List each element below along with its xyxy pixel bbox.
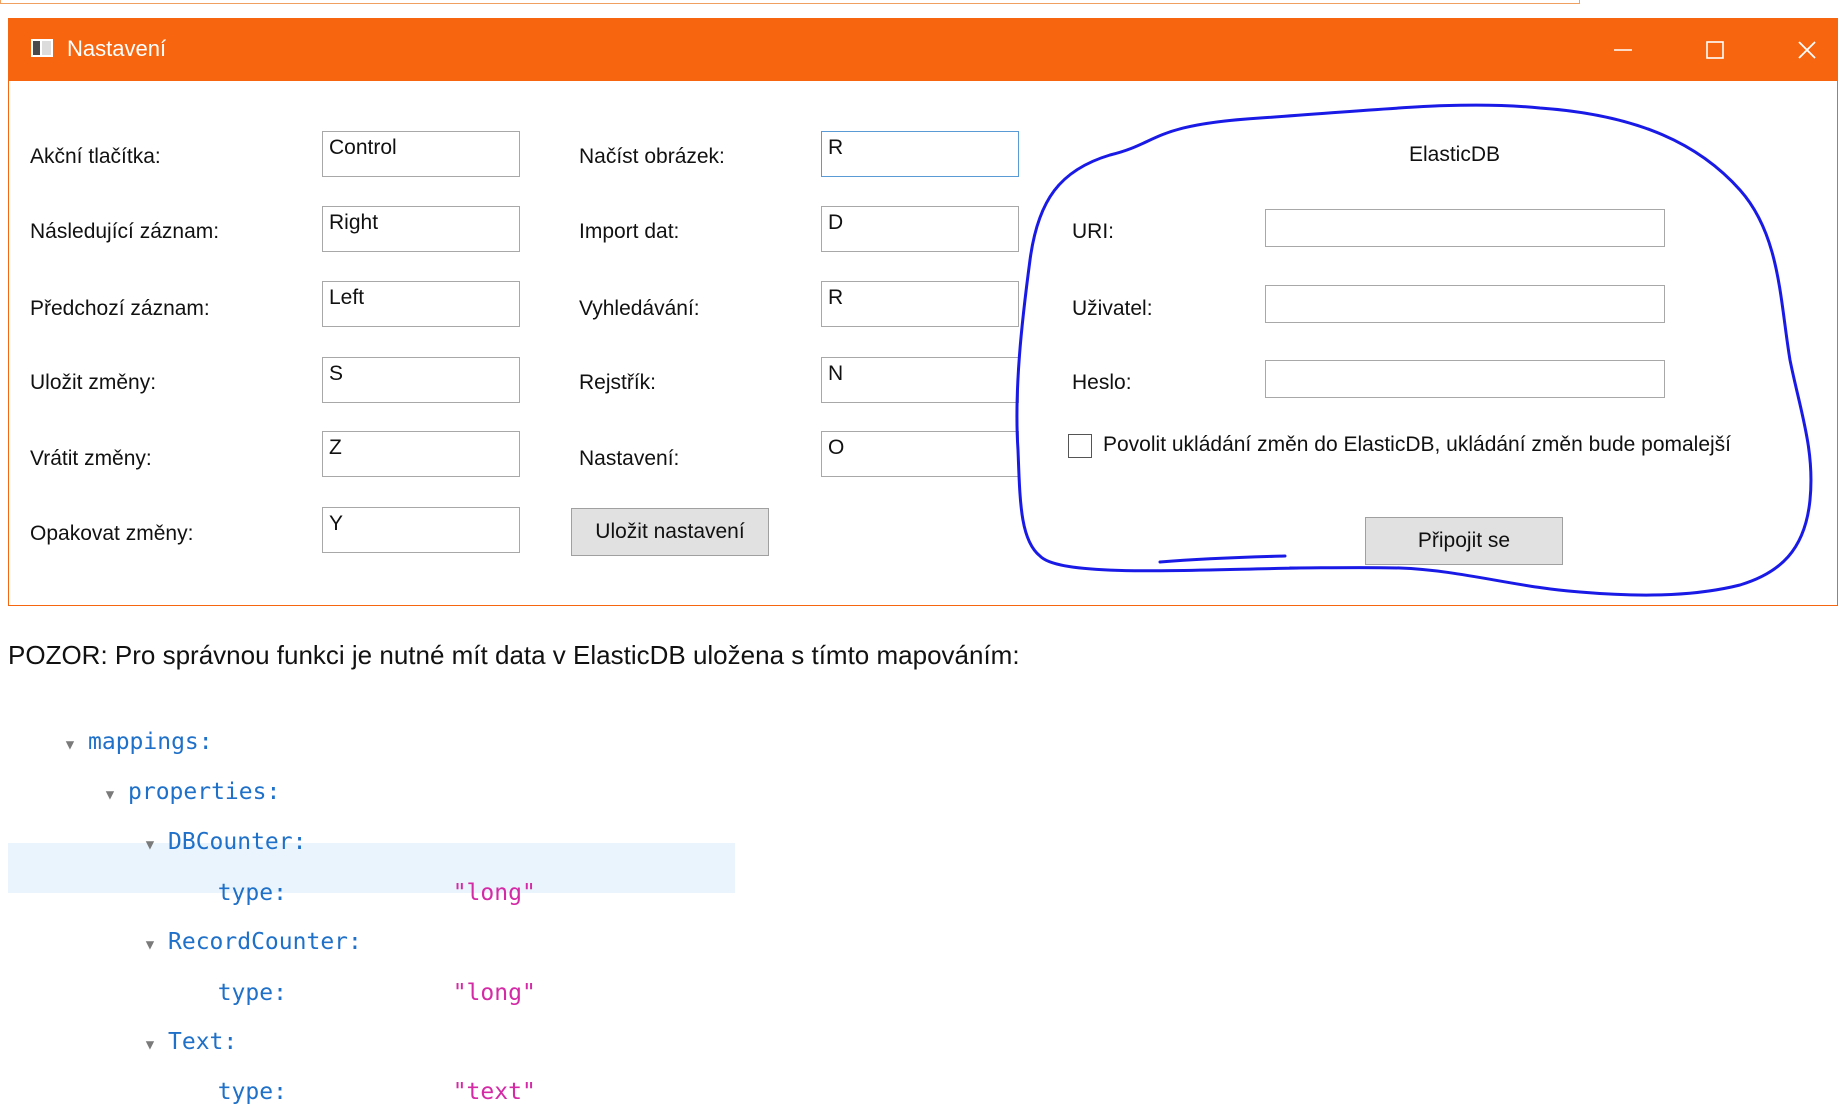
- annotation-circle: [1015, 103, 1813, 597]
- tree-node-mappings[interactable]: ▼ mappings:: [38, 703, 213, 755]
- tree-leaf-text-type[interactable]: type:: [190, 1053, 287, 1105]
- tree-node-dbcounter[interactable]: ▼ DBCounter:: [118, 803, 307, 855]
- tree-leaf-recordcounter-type[interactable]: type:: [190, 954, 287, 1006]
- tree-value-recordcounter-type: "long": [452, 980, 536, 1006]
- expand-triangle-icon: ▼: [65, 737, 75, 753]
- expand-triangle-icon: ▼: [145, 1037, 155, 1053]
- tree-leaf-dbcounter-type[interactable]: type:: [190, 854, 287, 906]
- warning-note: POZOR: Pro správnou funkci je nutné mít …: [8, 640, 1020, 670]
- expand-triangle-icon: ▼: [145, 837, 155, 853]
- tree-node-recordcounter[interactable]: ▼ RecordCounter:: [118, 903, 362, 955]
- tree-node-properties[interactable]: ▼ properties:: [78, 753, 281, 805]
- tree-value-text-type: "text": [452, 1079, 536, 1105]
- expand-triangle-icon: ▼: [105, 787, 115, 803]
- expand-triangle-icon: ▼: [145, 937, 155, 953]
- tree-node-text[interactable]: ▼ Text:: [118, 1003, 238, 1055]
- tree-value-dbcounter-type: "long": [452, 880, 536, 906]
